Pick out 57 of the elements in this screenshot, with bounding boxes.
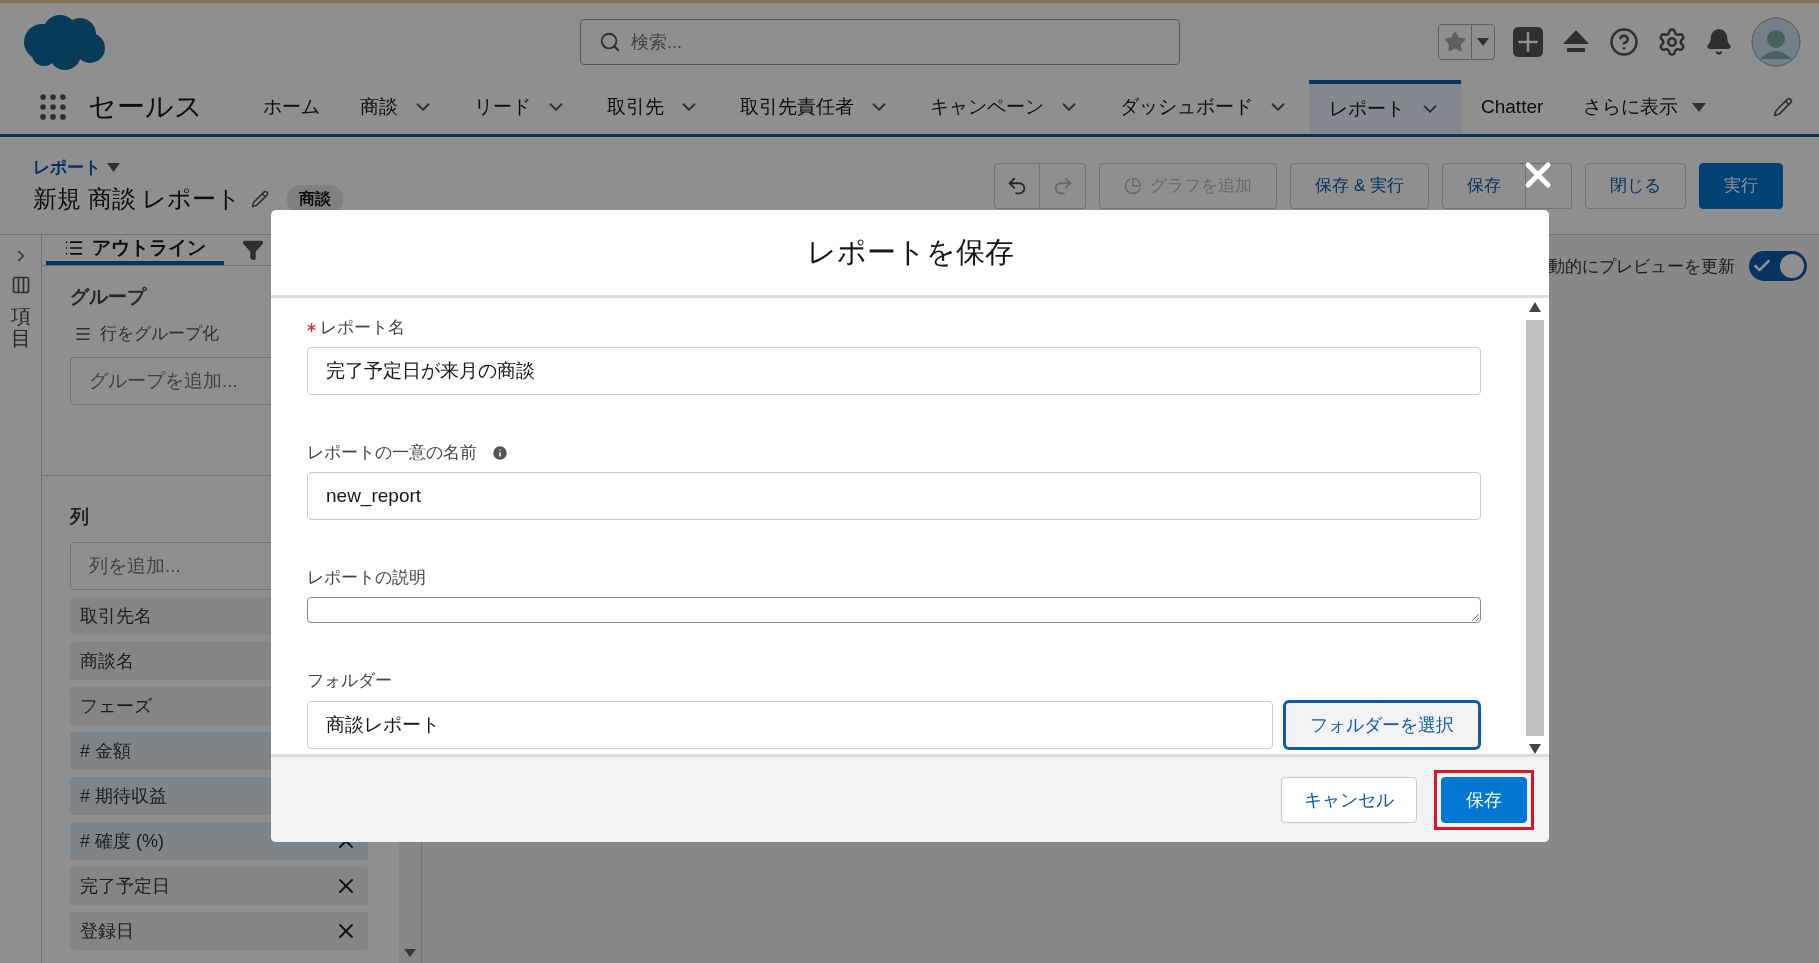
help-icon[interactable] [1609, 26, 1639, 57]
chart-icon [1124, 176, 1143, 195]
undo-button[interactable] [994, 162, 1041, 209]
nav-tab[interactable]: リード [454, 80, 587, 134]
bell-icon[interactable] [1705, 27, 1733, 56]
outline-tab[interactable]: アウトライン [46, 235, 224, 265]
text-field[interactable]: new_report [307, 472, 1481, 520]
favorites-button[interactable] [1438, 23, 1495, 60]
caret-down-icon [1477, 37, 1489, 46]
save-button[interactable]: 保存 [1442, 162, 1526, 209]
nav-tab[interactable]: ダッシュボード [1100, 80, 1309, 134]
caret-down-icon [107, 163, 120, 172]
nav-tab[interactable]: 商談 [340, 80, 454, 134]
rail-label: 項目 [10, 305, 31, 349]
toolbar-button[interactable]: 保存 & 実行 [1290, 162, 1429, 209]
cancel-button[interactable]: キャンセル [1281, 776, 1417, 823]
section-heading: グループ [70, 285, 146, 309]
nav-tab[interactable]: レポート [1309, 80, 1461, 134]
plus-icon[interactable] [1513, 26, 1543, 57]
preview-toggle[interactable] [1749, 251, 1807, 281]
report-title: 新規 商談 レポート [33, 184, 242, 214]
description-field[interactable] [307, 597, 1481, 623]
nav-tab[interactable]: 取引先責任者 [720, 80, 910, 134]
pencil-icon[interactable] [251, 190, 270, 208]
folder-field[interactable]: 商談レポート [307, 701, 1273, 749]
nav-tab[interactable]: ホーム [243, 80, 340, 134]
field-label: レポートの一意の名前 [307, 442, 477, 464]
search-icon [599, 30, 621, 53]
filter-icon [242, 239, 264, 261]
section-heading: 列 [70, 505, 89, 529]
nav-tab[interactable]: キャンペーン [910, 80, 1100, 134]
info-icon[interactable] [491, 443, 509, 462]
column-item[interactable]: 完了予定日 [70, 867, 368, 905]
field-label: レポート名 [320, 317, 405, 339]
text-field[interactable]: 完了予定日が来月の商談 [307, 347, 1481, 395]
select-folder-button[interactable]: フォルダーを選択 [1283, 700, 1481, 750]
star-icon [1444, 30, 1466, 53]
run-button[interactable]: 実行 [1699, 162, 1783, 209]
settings-icon[interactable] [1657, 26, 1687, 57]
list-icon [64, 238, 84, 258]
nav-tab[interactable]: Chatter [1461, 80, 1564, 134]
dialog-title: レポートを保存 [806, 234, 1014, 270]
columns-icon [10, 275, 31, 295]
search-field[interactable]: 検索... [580, 18, 1180, 65]
app-name: セールス [88, 90, 203, 124]
scroll-up-icon[interactable] [1529, 302, 1541, 312]
caret-down-icon[interactable] [1692, 102, 1707, 112]
toolbar-button[interactable]: 閉じる [1585, 162, 1686, 209]
toggle-label: 動的にプレビューを更新 [1548, 255, 1735, 278]
column-item[interactable]: 登録日 [70, 912, 368, 950]
scrollbar[interactable] [1523, 302, 1547, 754]
save-button[interactable]: 保存 [1441, 776, 1527, 823]
breadcrumb-link[interactable]: レポート [33, 156, 344, 179]
nav-tab[interactable]: さらに表示 [1563, 80, 1727, 134]
pencil-icon[interactable] [1773, 97, 1793, 117]
nav-tab[interactable]: 取引先 [587, 80, 720, 134]
fields-rail[interactable]: 項目 [0, 235, 42, 963]
